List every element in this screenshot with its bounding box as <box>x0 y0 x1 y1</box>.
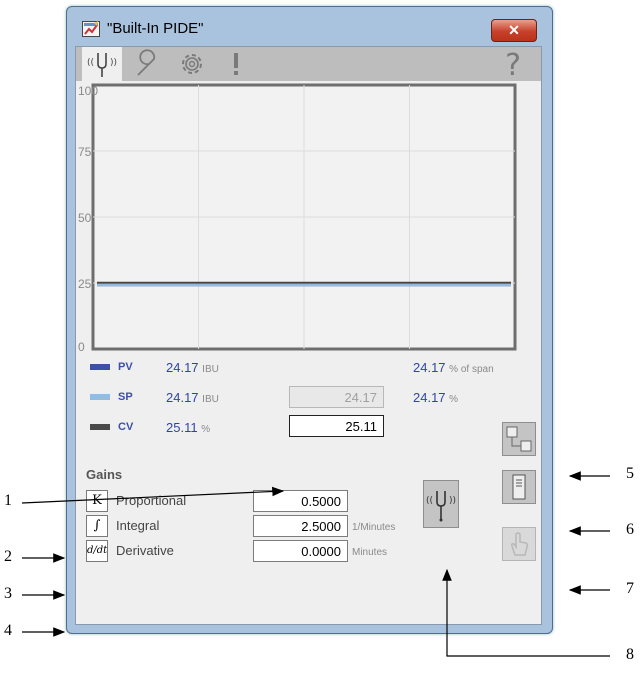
callout-5: 5 <box>626 465 634 482</box>
tab-alarms[interactable] <box>216 47 256 81</box>
callout-7: 7 <box>626 580 634 597</box>
trend-svg: 100 75 50 25 0 <box>78 83 517 353</box>
y-tick-label: 25 <box>78 277 92 291</box>
svg-text:)): )) <box>449 496 456 506</box>
derivative-icon: d/dt <box>86 540 108 562</box>
callout-3: 3 <box>4 585 12 602</box>
sp-unit: IBU <box>202 394 219 405</box>
callout-8: 8 <box>626 646 634 663</box>
sp-swatch <box>90 394 110 400</box>
operator-faceplate-button[interactable]: (( )) <box>423 480 459 528</box>
svg-text:)): )) <box>110 58 117 68</box>
hand-icon <box>511 532 529 556</box>
sp-entry-field[interactable]: 24.17 <box>289 386 384 408</box>
sp-value: 24.17 IBU <box>166 390 219 405</box>
gear-icon <box>182 54 202 74</box>
pv-percent-number: 24.17 <box>413 360 446 375</box>
sp-row: SP 24.17 IBU 24.17 24.17 % <box>76 386 541 408</box>
svg-text:((: (( <box>426 496 433 506</box>
faceplate-body: (( )) ? 100 75 50 25 0 PV 24.17 IBU 24.1… <box>75 46 542 625</box>
pv-swatch <box>90 364 110 370</box>
cv-label: CV <box>118 421 134 433</box>
faceplate-window: "Built-In PIDE" ✕ (( )) ? 100 75 50 25 0… <box>66 6 553 634</box>
cv-row: CV 25.11 % 25.11 <box>76 415 541 438</box>
derivative-label: Derivative <box>116 543 174 558</box>
derivative-unit: Minutes <box>352 547 388 558</box>
y-tick-label: 100 <box>78 84 98 98</box>
close-icon: ✕ <box>508 22 520 38</box>
tuning-fork-icon: (( )) <box>426 491 456 522</box>
integral-label: Integral <box>116 518 160 533</box>
close-button[interactable]: ✕ <box>491 19 537 42</box>
cv-swatch <box>90 424 110 430</box>
sp-value-number: 24.17 <box>166 390 199 405</box>
sp-percent-unit: % <box>449 394 459 405</box>
tuning-fork-icon: (( )) <box>87 53 117 77</box>
wrench-icon <box>137 49 156 76</box>
tab-maintenance[interactable] <box>128 47 168 81</box>
hierarchy-icon <box>506 426 532 452</box>
integral-unit: 1/Minutes <box>352 522 396 533</box>
y-tick-label: 0 <box>78 340 85 353</box>
server-icon <box>512 474 526 500</box>
pv-percent: 24.17 % of span <box>413 360 494 375</box>
pv-row: PV 24.17 IBU 24.17 % of span <box>76 358 541 378</box>
proportional-icon: K <box>86 490 108 512</box>
exclamation-icon <box>234 53 238 75</box>
y-tick-label: 50 <box>78 211 92 225</box>
cv-value: 25.11 % <box>166 420 210 435</box>
integral-gain-field[interactable]: 2.5000 <box>253 515 348 537</box>
acknowledge-button[interactable] <box>502 527 536 561</box>
pv-percent-unit: % of span <box>449 364 494 375</box>
window-title: "Built-In PIDE" <box>107 20 204 37</box>
callout-6: 6 <box>626 521 634 538</box>
title-bar[interactable]: "Built-In PIDE" ✕ <box>67 7 552 43</box>
tab-operator[interactable]: (( )) <box>82 47 122 81</box>
svg-text:((: (( <box>87 58 94 68</box>
proportional-gain-field[interactable]: 0.5000 <box>253 490 348 512</box>
device-button[interactable] <box>502 470 536 504</box>
app-icon <box>82 21 100 37</box>
sp-percent-number: 24.17 <box>413 390 446 405</box>
callout-1: 1 <box>4 492 12 509</box>
pv-unit: IBU <box>202 364 219 375</box>
tab-strip: (( )) ? <box>76 47 541 83</box>
pv-value-number: 24.17 <box>166 360 199 375</box>
help-icon[interactable]: ? <box>505 48 521 83</box>
callout-4: 4 <box>4 622 12 639</box>
integral-icon: ∫ <box>86 515 108 537</box>
y-tick-label: 75 <box>78 145 92 159</box>
pv-value: 24.17 IBU <box>166 360 219 375</box>
derivative-gain-field[interactable]: 0.0000 <box>253 540 348 562</box>
proportional-label: Proportional <box>116 493 187 508</box>
pv-label: PV <box>118 361 133 373</box>
cv-unit: % <box>201 424 211 435</box>
gains-title: Gains <box>86 467 123 482</box>
trend-chart[interactable]: 100 75 50 25 0 <box>76 81 541 353</box>
cv-value-number: 25.11 <box>166 420 198 435</box>
sp-percent: 24.17 % <box>413 390 458 405</box>
callout-2: 2 <box>4 548 12 565</box>
sp-label: SP <box>118 391 133 403</box>
navigation-button[interactable] <box>502 422 536 456</box>
tab-engineering[interactable] <box>172 47 212 81</box>
cv-entry-field[interactable]: 25.11 <box>289 415 384 437</box>
